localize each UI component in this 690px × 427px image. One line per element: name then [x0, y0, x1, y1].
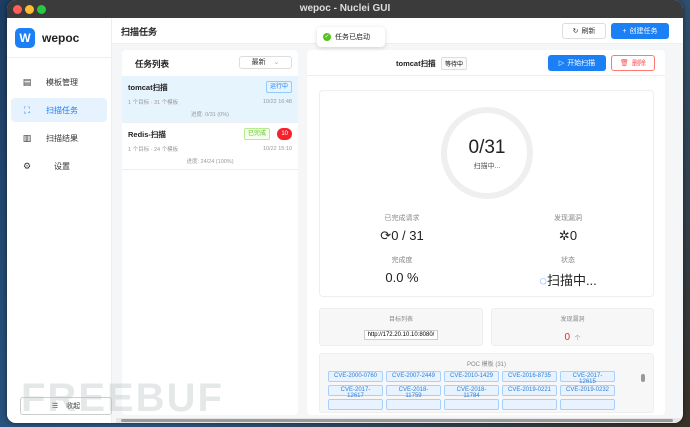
found-label: 发现漏洞	[560, 317, 585, 323]
loading-icon: ◌	[539, 273, 547, 288]
logo: W wepoc	[7, 18, 111, 58]
sidebar-item-templates[interactable]: ▤ 模板管理	[11, 70, 107, 94]
app-name: wepoc	[42, 30, 80, 45]
create-task-button[interactable]: + 创建任务	[611, 23, 669, 39]
toast-notification: ✓ 任务已启动	[317, 27, 385, 47]
sync-icon: ⟳	[380, 228, 392, 243]
task-item[interactable]: Redis-扫描 已完成 10 1 个目标 · 24 个模板 10/22 15:…	[122, 123, 298, 170]
sidebar-item-label: 扫描结果	[46, 133, 78, 143]
start-scan-button[interactable]: ▷ 开始扫描	[548, 55, 606, 71]
task-date: 10/22 15:10	[262, 146, 292, 152]
vuln-count-badge: 10	[277, 128, 292, 140]
found-value: 0	[564, 332, 571, 343]
found-unit: 个	[574, 336, 581, 342]
targets-card: 目标列表 http://172.20.10.10:8080/	[319, 308, 483, 346]
window-title: wepoc - Nuclei GUI	[299, 3, 391, 14]
start-scan-label: 开始扫描	[567, 60, 596, 67]
poc-templates-card: POC 模板 (31) CVE-2000-0760 CVE-2007-2449 CV…	[319, 353, 654, 413]
sidebar-item-settings[interactable]: ⚙ 设置	[11, 154, 107, 178]
sidebar: W wepoc ▤ 模板管理 ⛶ 扫描任务 ▥ 扫描结果 ⚙ 设置 ☰ 收起	[7, 18, 112, 423]
found-vulns-card: 发现漏洞 0 个	[491, 308, 654, 346]
poc-label: POC 模板 (31)	[466, 362, 506, 368]
sort-select[interactable]: 最新 ⌄	[239, 56, 292, 69]
completion-label: 完成度	[391, 257, 413, 264]
task-detail-panel: tomcat扫描 等待中 ▷ 开始扫描 🗑 删除 0/31 扫描中... 已完成请求…	[307, 50, 665, 415]
plus-icon: +	[622, 27, 627, 35]
sidebar-item-scan-tasks[interactable]: ⛶ 扫描任务	[11, 98, 107, 122]
refresh-button[interactable]: ↻ 刷新	[562, 23, 606, 39]
poc-tag: CVE-2017-12617	[328, 385, 383, 399]
delete-button[interactable]: 🗑 删除	[611, 55, 655, 71]
check-circle-icon: ✓	[323, 33, 331, 41]
task-date: 10/22 16:48	[262, 99, 292, 105]
vulns-value: 0	[569, 228, 578, 243]
scan-icon: ⛶	[23, 104, 31, 115]
poc-tag: CVE-2000-0760	[328, 371, 383, 382]
poc-tag-clipped	[444, 399, 499, 410]
sort-value: 最新	[251, 59, 266, 66]
poc-tag: CVE-2018-11759	[386, 385, 441, 399]
play-icon: ▷	[558, 60, 565, 67]
minimize-window-button[interactable]	[25, 5, 34, 14]
poc-tag: CVE-2010-1429	[444, 371, 499, 382]
targets-label: 目标列表	[388, 317, 413, 323]
vulns-label: 发现漏洞	[554, 215, 582, 222]
task-list-panel: 任务列表 最新 ⌄ tomcat扫描 运行中 1 个目标 · 31 个模板 10…	[122, 50, 298, 415]
requests-label: 已完成请求	[384, 215, 420, 222]
poc-tag-clipped	[328, 399, 383, 410]
gear-icon: ⚙	[22, 160, 32, 171]
file-icon: ▤	[22, 76, 32, 87]
toast-text: 任务已启动	[335, 34, 370, 41]
target-tag: http://172.20.10.10:8080/	[363, 330, 439, 340]
poc-tag: CVE-2017-12615	[560, 371, 615, 385]
trash-icon: 🗑	[620, 60, 629, 67]
refresh-label: 刷新	[581, 28, 596, 35]
page-title: 扫描任务	[121, 27, 158, 37]
task-list-title: 任务列表	[135, 59, 170, 69]
detail-status-badge: 等待中	[441, 57, 468, 70]
close-window-button[interactable]	[13, 5, 22, 14]
delete-label: 删除	[631, 60, 646, 67]
sidebar-item-label: 模板管理	[46, 77, 78, 87]
poc-tag-clipped	[386, 399, 441, 410]
detail-task-name: tomcat扫描	[396, 59, 436, 68]
bug-icon: ✲	[558, 228, 570, 243]
horizontal-scrollbar[interactable]	[116, 418, 683, 423]
progress-ring: 0/31 扫描中...	[441, 107, 533, 199]
poc-tag-clipped	[502, 399, 557, 410]
chart-icon: ▥	[22, 132, 32, 143]
maximize-window-button[interactable]	[37, 5, 46, 14]
progress-ring-value: 0/31	[468, 137, 506, 158]
poc-tag: CVE-2019-0221	[502, 385, 557, 396]
poc-tag: CVE-2018-11784	[444, 385, 499, 399]
sidebar-item-label: 设置	[54, 161, 70, 171]
app-window: wepoc - Nuclei GUI W wepoc ▤ 模板管理 ⛶ 扫描任务 ▥…	[7, 0, 683, 423]
sidebar-item-label: 扫描任务	[46, 105, 78, 115]
refresh-icon: ↻	[572, 28, 579, 35]
title-bar: wepoc - Nuclei GUI	[7, 0, 683, 18]
state-value: 扫描中...	[546, 273, 597, 288]
status-badge: 运行中	[265, 81, 292, 93]
progress-ring-label: 扫描中...	[473, 163, 501, 170]
sidebar-item-scan-results[interactable]: ▥ 扫描结果	[11, 126, 107, 150]
status-badge: 已完成	[243, 128, 270, 140]
create-task-label: 创建任务	[629, 28, 658, 35]
task-progress: 进度: 0/31 (0%)	[191, 112, 229, 118]
poc-tag: CVE-2007-2449	[386, 371, 441, 382]
task-item[interactable]: tomcat扫描 运行中 1 个目标 · 31 个模板 10/22 16:48 …	[122, 76, 298, 123]
completion-value: 0.0 %	[385, 270, 419, 285]
chevron-down-icon: ⌄	[273, 59, 280, 66]
page-header: 扫描任务 ↻ 刷新 + 创建任务	[112, 18, 683, 44]
poc-scrollbar[interactable]	[641, 374, 645, 382]
poc-tag: CVE-2016-8735	[502, 371, 557, 382]
requests-value: 0 / 31	[391, 228, 424, 243]
state-label: 状态	[561, 257, 575, 264]
watermark: FREEBUF	[21, 376, 224, 420]
task-progress: 进度: 24/24 (100%)	[186, 159, 234, 165]
poc-tag: CVE-2019-0232	[560, 385, 615, 396]
scan-stats-card: 0/31 扫描中... 已完成请求 ⟳0 / 31 发现漏洞 ✲0 完成度 0.0 %…	[319, 90, 654, 297]
logo-icon: W	[15, 27, 35, 48]
poc-tag-clipped	[560, 399, 615, 410]
